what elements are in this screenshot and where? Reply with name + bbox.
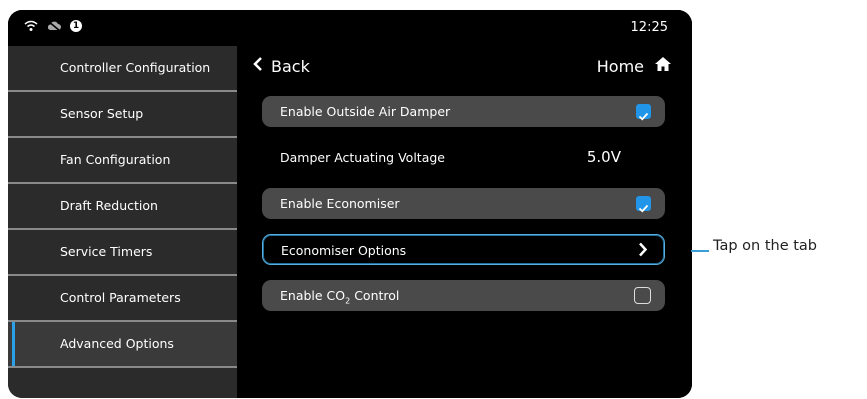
wifi-icon [24, 20, 38, 32]
status-icons: 1 [24, 20, 82, 32]
enable-co2-control-row[interactable]: Enable CO2 Control [262, 280, 665, 311]
sidebar-item-draft-reduction[interactable]: Draft Reduction [8, 184, 237, 230]
device-screen: 1 12:25 Controller Configuration Sensor … [8, 10, 692, 398]
chevron-left-icon [253, 56, 263, 76]
home-icon [654, 56, 672, 76]
callout-line [691, 250, 709, 252]
row-label: Enable CO2 Control [280, 288, 400, 306]
voltage-value: 5.0V [586, 148, 621, 166]
row-label: Damper Actuating Voltage [280, 150, 445, 165]
cloud-off-icon [46, 20, 62, 32]
damper-actuating-voltage-row[interactable]: Damper Actuating Voltage 5.0V [262, 142, 665, 173]
home-button[interactable]: Home [597, 56, 672, 76]
checkbox-checked-icon[interactable] [636, 104, 651, 121]
row-label: Economiser Options [281, 243, 407, 258]
checkbox-checked-icon[interactable] [636, 196, 651, 213]
status-bar: 1 12:25 [8, 10, 692, 46]
checkbox-unchecked-icon[interactable] [634, 287, 651, 304]
callout-text: Tap on the tab [713, 238, 818, 254]
home-label: Home [596, 56, 644, 76]
row-label: Enable Outside Air Damper [280, 104, 451, 119]
sidebar-item-controller-configuration[interactable]: Controller Configuration [8, 46, 237, 92]
sidebar: Controller Configuration Sensor Setup Fa… [8, 46, 237, 398]
sidebar-item-sensor-setup[interactable]: Sensor Setup [8, 92, 237, 138]
clock: 12:25 [630, 20, 668, 35]
back-label: Back [271, 56, 310, 76]
back-button[interactable]: Back [253, 56, 310, 76]
notification-badge: 1 [70, 20, 82, 32]
sidebar-item-advanced-options[interactable]: Advanced Options [8, 322, 237, 368]
chevron-right-icon [638, 235, 648, 275]
sidebar-item-fan-configuration[interactable]: Fan Configuration [8, 138, 237, 184]
sidebar-item-service-timers[interactable]: Service Timers [8, 230, 237, 276]
enable-outside-air-damper-row[interactable]: Enable Outside Air Damper [262, 96, 665, 127]
enable-economiser-row[interactable]: Enable Economiser [262, 188, 665, 219]
sidebar-item-control-parameters[interactable]: Control Parameters [8, 276, 237, 322]
economiser-options-tab[interactable]: Economiser Options [262, 234, 665, 265]
main-content: Back Home Enable Outside Air Damper Damp… [237, 46, 692, 398]
row-label: Enable Economiser [280, 196, 400, 211]
